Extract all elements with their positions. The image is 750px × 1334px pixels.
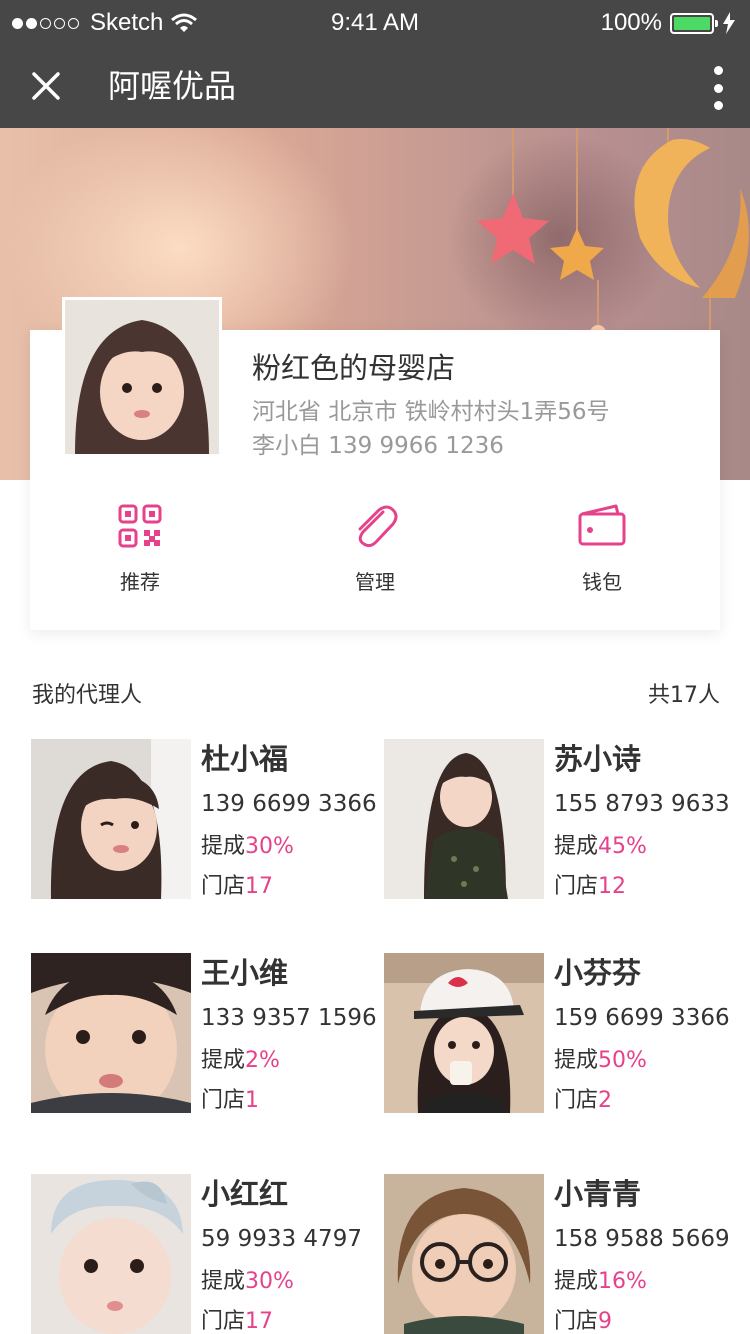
stores-label: 门店	[201, 1309, 246, 1334]
nav-bar: 阿喔优品	[0, 44, 750, 128]
agent-name: 杜小福	[201, 742, 289, 776]
agent-card[interactable]: 小红红 59 9933 4797 提成30% 门店17	[31, 1174, 391, 1334]
agents-count[interactable]: 共17人	[648, 680, 720, 712]
battery-icon	[670, 12, 718, 34]
commission-value: 45%	[598, 834, 647, 859]
agent-photo	[31, 739, 191, 899]
agent-commission: 提成45%	[554, 831, 647, 863]
agent-name: 小芬芬	[554, 956, 642, 990]
agent-card[interactable]: 小青青 158 9588 5669 提成16% 门店9	[384, 1174, 744, 1334]
agent-card[interactable]: 王小维 133 9357 1596 提成2% 门店1	[31, 953, 391, 1113]
agent-stores: 门店1	[201, 1085, 259, 1117]
stores-value: 2	[598, 1088, 613, 1113]
charging-icon	[723, 12, 735, 34]
shop-address: 河北省 北京市 铁岭村村头1弄56号	[252, 399, 610, 425]
agent-stores: 门店9	[554, 1306, 612, 1334]
commission-value: 2%	[245, 1048, 280, 1073]
agent-name: 小青青	[554, 1177, 642, 1211]
manage-label: 管理	[355, 570, 395, 594]
agent-commission: 提成30%	[201, 831, 294, 863]
qr-code-icon	[118, 504, 162, 548]
shop-actions: 推荐 管理 钱包	[30, 500, 720, 610]
stores-value: 12	[598, 874, 627, 899]
agent-name: 苏小诗	[554, 742, 642, 776]
commission-label: 提成	[554, 834, 599, 859]
agent-name: 小红红	[201, 1177, 289, 1211]
agent-stores: 门店2	[554, 1085, 612, 1117]
commission-value: 16%	[598, 1269, 647, 1294]
agent-phone: 159 6699 3366	[554, 1005, 730, 1031]
stores-label: 门店	[201, 1088, 246, 1113]
commission-value: 30%	[245, 834, 294, 859]
commission-value: 50%	[598, 1048, 647, 1073]
agent-phone: 139 6699 3366	[201, 791, 377, 817]
agents-section-title: 我的代理人	[32, 683, 143, 708]
agent-commission: 提成50%	[554, 1045, 647, 1077]
agent-photo	[384, 739, 544, 899]
recommend-button[interactable]: 推荐	[80, 500, 200, 595]
agent-stores: 门店12	[554, 871, 626, 903]
agent-card[interactable]: 苏小诗 155 8793 9633 提成45% 门店12	[384, 739, 744, 899]
agent-name: 王小维	[201, 956, 289, 990]
commission-label: 提成	[201, 1048, 246, 1073]
commission-label: 提成	[554, 1269, 599, 1294]
stores-value: 17	[245, 1309, 274, 1334]
close-icon[interactable]	[26, 66, 66, 106]
agent-photo	[384, 1174, 544, 1334]
stores-label: 门店	[554, 874, 599, 899]
agent-commission: 提成2%	[201, 1045, 280, 1077]
agent-stores: 门店17	[201, 871, 273, 903]
recommend-label: 推荐	[120, 570, 160, 594]
status-bar-right: 100%	[601, 9, 736, 37]
paperclip-icon	[358, 505, 398, 548]
agent-phone: 155 8793 9633	[554, 791, 730, 817]
wallet-button[interactable]: 钱包	[542, 500, 662, 595]
commission-value: 30%	[245, 1269, 294, 1294]
stores-label: 门店	[554, 1088, 599, 1113]
agent-commission: 提成30%	[201, 1266, 294, 1298]
agent-commission: 提成16%	[554, 1266, 647, 1298]
stores-value: 17	[245, 874, 274, 899]
agent-photo	[31, 1174, 191, 1334]
commission-label: 提成	[554, 1048, 599, 1073]
stores-label: 门店	[201, 874, 246, 899]
shop-contact: 李小白 139 9966 1236	[252, 433, 504, 459]
agent-card[interactable]: 小芬芬 159 6699 3366 提成50% 门店2	[384, 953, 744, 1113]
agent-phone: 59 9933 4797	[201, 1226, 362, 1252]
page-title: 阿喔优品	[108, 67, 237, 105]
shop-avatar	[62, 297, 222, 457]
agent-photo	[31, 953, 191, 1113]
manage-button[interactable]: 管理	[315, 500, 435, 595]
agent-photo	[384, 953, 544, 1113]
wallet-label: 钱包	[582, 570, 622, 594]
status-bar: Sketch 9:41 AM 100%	[0, 0, 750, 44]
commission-label: 提成	[201, 834, 246, 859]
agent-card[interactable]: 杜小福 139 6699 3366 提成30% 门店17	[31, 739, 391, 899]
more-menu-icon[interactable]	[706, 66, 730, 110]
wallet-icon	[578, 504, 626, 546]
shop-name: 粉红色的母婴店	[252, 351, 456, 385]
agent-phone: 133 9357 1596	[201, 1005, 377, 1031]
agent-stores: 门店17	[201, 1306, 273, 1334]
commission-label: 提成	[201, 1269, 246, 1294]
battery-percent: 100%	[600, 9, 662, 36]
stores-value: 1	[245, 1088, 260, 1113]
stores-value: 9	[598, 1309, 613, 1334]
agent-phone: 158 9588 5669	[554, 1226, 730, 1252]
stores-label: 门店	[554, 1309, 599, 1334]
